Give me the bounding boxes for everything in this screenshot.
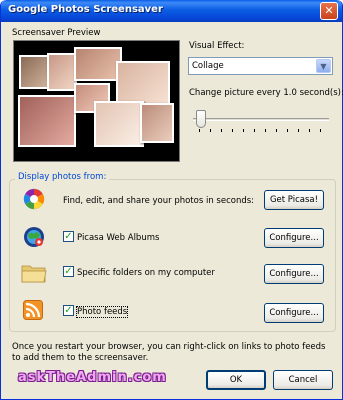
interval-slider-track[interactable] <box>193 118 329 121</box>
close-button[interactable]: ✕ <box>320 2 338 20</box>
preview-photo <box>47 53 77 91</box>
preview-photo <box>74 47 122 81</box>
get-picasa-button[interactable]: Get Picasa! <box>264 190 324 210</box>
title-bar[interactable]: Google Photos Screensaver ✕ <box>1 0 342 22</box>
preview-label: Screensaver Preview <box>12 28 101 38</box>
interval-label: Change picture every 1.0 second(s): <box>189 88 343 98</box>
picasa-web-albums-label: Picasa Web Albums <box>77 233 160 243</box>
chevron-down-icon[interactable]: ▼ <box>316 59 331 73</box>
picasa-web-albums-checkbox[interactable]: ✓ <box>63 231 74 242</box>
photo-feeds-checkbox[interactable]: ✓ <box>63 305 74 316</box>
photo-feeds-label: Photo feeds <box>75 306 129 318</box>
preview-photo <box>140 103 174 143</box>
picasa-icon <box>23 188 45 210</box>
specific-folders-label: Specific folders on my computer <box>77 268 215 278</box>
interval-slider-thumb[interactable] <box>196 110 206 128</box>
ok-button[interactable]: OK <box>206 370 266 390</box>
specific-folders-checkbox[interactable]: ✓ <box>63 266 74 277</box>
picasa-web-albums-icon <box>24 227 44 247</box>
rss-feed-icon <box>23 300 43 320</box>
footer-note: Once you restart your browser, you can r… <box>12 342 326 363</box>
watermark-text: askTheAdmin.com <box>18 370 167 385</box>
picasa-promo-text: Find, edit, and share your photos in sec… <box>63 196 255 206</box>
cancel-button[interactable]: Cancel <box>273 370 333 390</box>
dialog-window: Google Photos Screensaver ✕ Screensaver … <box>0 0 343 400</box>
configure-picasa-button[interactable]: Configure... <box>264 228 324 248</box>
visual-effect-label: Visual Effect: <box>189 41 245 51</box>
visual-effect-select[interactable]: Collage ▼ <box>188 57 333 75</box>
visual-effect-value: Collage <box>192 61 224 71</box>
configure-folders-button[interactable]: Configure... <box>264 264 324 284</box>
preview-photo <box>18 95 76 147</box>
preview-photo <box>94 101 144 147</box>
display-photos-label: Display photos from: <box>15 172 110 182</box>
configure-feeds-button[interactable]: Configure... <box>264 303 324 323</box>
slider-ticks <box>199 129 327 133</box>
screensaver-preview <box>13 40 180 162</box>
folder-icon <box>21 265 47 283</box>
preview-photo <box>116 61 170 105</box>
window-title: Google Photos Screensaver <box>8 4 163 15</box>
